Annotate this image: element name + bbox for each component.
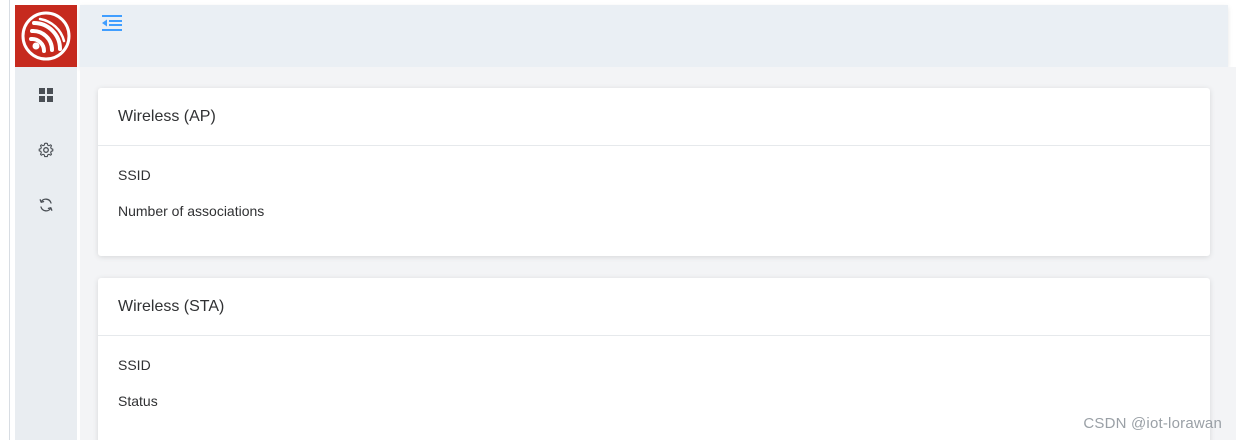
field-number-of-associations: Number of associations (118, 203, 265, 219)
card-title: Wireless (STA) (98, 278, 1210, 336)
menu-fold-icon (102, 15, 122, 31)
refresh-icon (39, 198, 53, 212)
card-body: SSID Status (98, 336, 1210, 426)
grid-icon (39, 88, 53, 102)
field-ssid: SSID (118, 357, 151, 373)
sidebar-item-dashboard[interactable] (15, 79, 77, 111)
page: Wireless (AP) SSID Number of association… (0, 0, 1236, 440)
sidebar-item-settings[interactable] (15, 134, 77, 166)
sidebar (15, 5, 77, 440)
field-status: Status (118, 393, 158, 409)
watermark: CSDN @iot-lorawan (1083, 415, 1222, 432)
window-left-edge (0, 0, 10, 440)
card-wireless-ap: Wireless (AP) SSID Number of association… (98, 88, 1210, 256)
topbar (80, 5, 1228, 67)
menu-toggle-button[interactable] (98, 9, 126, 37)
gear-icon (38, 142, 54, 158)
card-body: SSID Number of associations (98, 146, 1210, 236)
field-ssid: SSID (118, 167, 151, 183)
card-title: Wireless (AP) (98, 88, 1210, 146)
sidebar-item-update[interactable] (15, 189, 77, 221)
card-wireless-sta: Wireless (STA) SSID Status (98, 278, 1210, 440)
main-content: Wireless (AP) SSID Number of association… (80, 67, 1236, 440)
espressif-logo-icon[interactable] (15, 5, 77, 67)
